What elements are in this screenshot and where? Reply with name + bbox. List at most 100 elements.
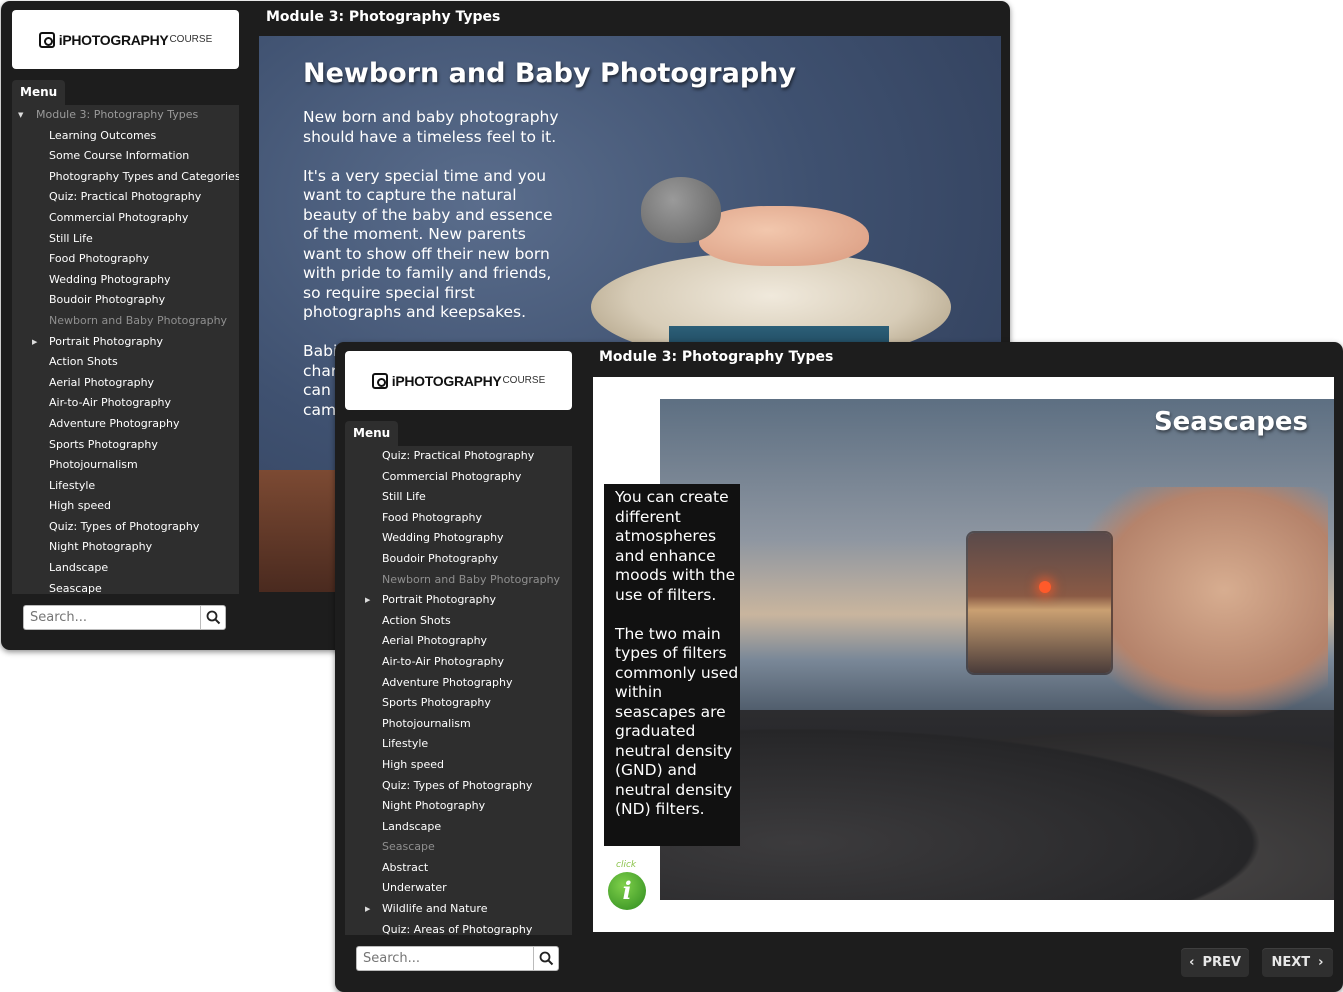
menu-item[interactable]: ▶ Wildlife and Nature — [345, 899, 572, 920]
menu-item-label: Photojournalism — [49, 458, 138, 472]
menu-item[interactable]: Landscape — [345, 817, 572, 838]
menu-item[interactable]: Newborn and Baby Photography — [12, 311, 239, 332]
menu-item[interactable]: Abstract — [345, 858, 572, 879]
menu-item[interactable]: Still Life — [12, 229, 239, 250]
search-button[interactable] — [200, 605, 226, 630]
menu-item[interactable]: Learning Outcomes — [12, 126, 239, 147]
menu-item[interactable]: Food Photography — [12, 249, 239, 270]
menu-item-label: Air-to-Air Photography — [382, 654, 505, 668]
menu-item-label: Still Life — [49, 231, 93, 245]
menu-item[interactable]: Seascape — [12, 579, 239, 594]
menu-item[interactable]: Air-to-Air Photography — [345, 652, 572, 673]
menu-item[interactable]: Action Shots — [12, 352, 239, 373]
menu-item-label: Adventure Photography — [49, 416, 180, 430]
menu-item-label: Seascape — [382, 840, 435, 854]
menu-item-label: Newborn and Baby Photography — [49, 313, 228, 327]
menu-item[interactable]: Landscape — [12, 558, 239, 579]
menu-module-item[interactable]: ▼ Module 3: Photography Types — [12, 105, 239, 126]
menu-item-label: Quiz: Practical Photography — [382, 449, 535, 462]
caret-right-icon: ▶ — [32, 337, 38, 346]
menu-item-label: Newborn and Baby Photography — [382, 572, 561, 586]
menu-item[interactable]: Action Shots — [345, 611, 572, 632]
menu-item[interactable]: Quiz: Practical Photography — [345, 446, 572, 467]
camera-logo-icon — [38, 31, 55, 48]
menu-item-label: Air-to-Air Photography — [49, 396, 172, 410]
menu-item[interactable]: Commercial Photography — [345, 467, 572, 488]
menu-item[interactable]: Seascape — [345, 837, 572, 858]
menu-tab[interactable]: Menu — [345, 421, 399, 446]
slide-text-box: You can create different atmospheres and… — [604, 484, 740, 846]
menu-item[interactable]: Adventure Photography — [12, 414, 239, 435]
menu-item[interactable]: High speed — [12, 496, 239, 517]
next-button[interactable]: NEXT › — [1262, 948, 1333, 977]
menu-item[interactable]: Night Photography — [345, 796, 572, 817]
slide-heading: Newborn and Baby Photography — [303, 58, 796, 89]
menu-item[interactable]: Lifestyle — [345, 734, 572, 755]
caret-right-icon: ▶ — [365, 905, 371, 914]
menu-item[interactable]: Still Life — [345, 487, 572, 508]
slide-paragraph-2: The two main types of filters commonly u… — [615, 624, 739, 819]
menu-item[interactable]: Sports Photography — [12, 435, 239, 456]
menu-item[interactable]: Commercial Photography — [12, 208, 239, 229]
rocks-image — [660, 710, 1334, 900]
menu-item-label: Quiz: Areas of Photography — [382, 922, 533, 935]
module-title: Module 3: Photography Types — [599, 349, 834, 365]
menu-item[interactable]: Boudoir Photography — [12, 290, 239, 311]
baby-hat-image — [641, 177, 721, 243]
menu-item[interactable]: Quiz: Types of Photography — [12, 517, 239, 538]
menu-item[interactable]: ▶ Portrait Photography — [12, 332, 239, 353]
menu-tab[interactable]: Menu — [12, 80, 66, 105]
menu-item[interactable]: Quiz: Types of Photography — [345, 776, 572, 797]
logo-brand: iPHOTOGRAPHY — [58, 31, 169, 48]
search-bar — [356, 946, 559, 971]
menu-item-label: Portrait Photography — [49, 334, 164, 348]
menu-item[interactable]: Wedding Photography — [12, 270, 239, 291]
menu-item[interactable]: ▶ Portrait Photography — [345, 590, 572, 611]
menu-item-label: Boudoir Photography — [49, 293, 166, 307]
search-input[interactable] — [23, 605, 200, 630]
menu-item[interactable]: Adventure Photography — [345, 673, 572, 694]
menu-item[interactable]: Photojournalism — [12, 455, 239, 476]
menu-item-label: Food Photography — [382, 510, 482, 524]
menu-item[interactable]: High speed — [345, 755, 572, 776]
course-logo[interactable]: iPHOTOGRAPHY COURSE — [345, 351, 572, 410]
menu-item[interactable]: Aerial Photography — [12, 373, 239, 394]
search-button[interactable] — [533, 946, 559, 971]
prev-button[interactable]: ‹ PREV — [1181, 948, 1249, 977]
seascapes-slide: Seascapes You can create different atmos… — [593, 377, 1334, 932]
camera-logo-icon — [371, 372, 388, 389]
menu-item[interactable]: Aerial Photography — [345, 631, 572, 652]
menu-item[interactable]: Boudoir Photography — [345, 549, 572, 570]
menu-item[interactable]: Newborn and Baby Photography — [345, 570, 572, 591]
menu-item[interactable]: Wedding Photography — [345, 528, 572, 549]
slide-paragraph-2: It's a very special time and you want to… — [303, 166, 553, 322]
module-title: Module 3: Photography Types — [266, 9, 501, 25]
menu-item[interactable]: Food Photography — [345, 508, 572, 529]
menu-item[interactable]: Photography Types and Categories — [12, 167, 239, 188]
menu-item[interactable]: Quiz: Practical Photography — [12, 187, 239, 208]
menu-item[interactable]: Sports Photography — [345, 693, 572, 714]
course-logo[interactable]: iPHOTOGRAPHY COURSE — [12, 10, 239, 69]
click-info-button[interactable]: click i — [606, 860, 650, 916]
menu-item-label: Action Shots — [382, 613, 451, 627]
menu-item-label: Quiz: Types of Photography — [382, 778, 533, 792]
search-input[interactable] — [356, 946, 533, 971]
menu-item[interactable]: Lifestyle — [12, 476, 239, 497]
menu-item[interactable]: Quiz: Areas of Photography — [345, 920, 572, 935]
chevron-left-icon: ‹ — [1189, 955, 1195, 970]
menu-item[interactable]: Night Photography — [12, 537, 239, 558]
menu-item-label: Some Course Information — [49, 149, 190, 163]
menu-item-label: Action Shots — [49, 355, 118, 369]
menu-item[interactable]: Some Course Information — [12, 146, 239, 167]
sun-image — [1039, 581, 1051, 593]
menu-item[interactable]: Air-to-Air Photography — [12, 393, 239, 414]
caret-down-icon: ▼ — [18, 111, 24, 119]
menu-item-label: Landscape — [382, 819, 442, 833]
seascape-photo: Seascapes — [660, 399, 1334, 900]
menu-item[interactable]: Photojournalism — [345, 714, 572, 735]
menu-item[interactable]: Underwater — [345, 878, 572, 899]
slide-paragraph-1: You can create different atmospheres and… — [615, 488, 736, 604]
menu-item-label: Photography Types and Categories — [49, 169, 239, 183]
menu-item-label: Night Photography — [382, 799, 486, 813]
menu-item-label: Wildlife and Nature — [382, 902, 488, 916]
